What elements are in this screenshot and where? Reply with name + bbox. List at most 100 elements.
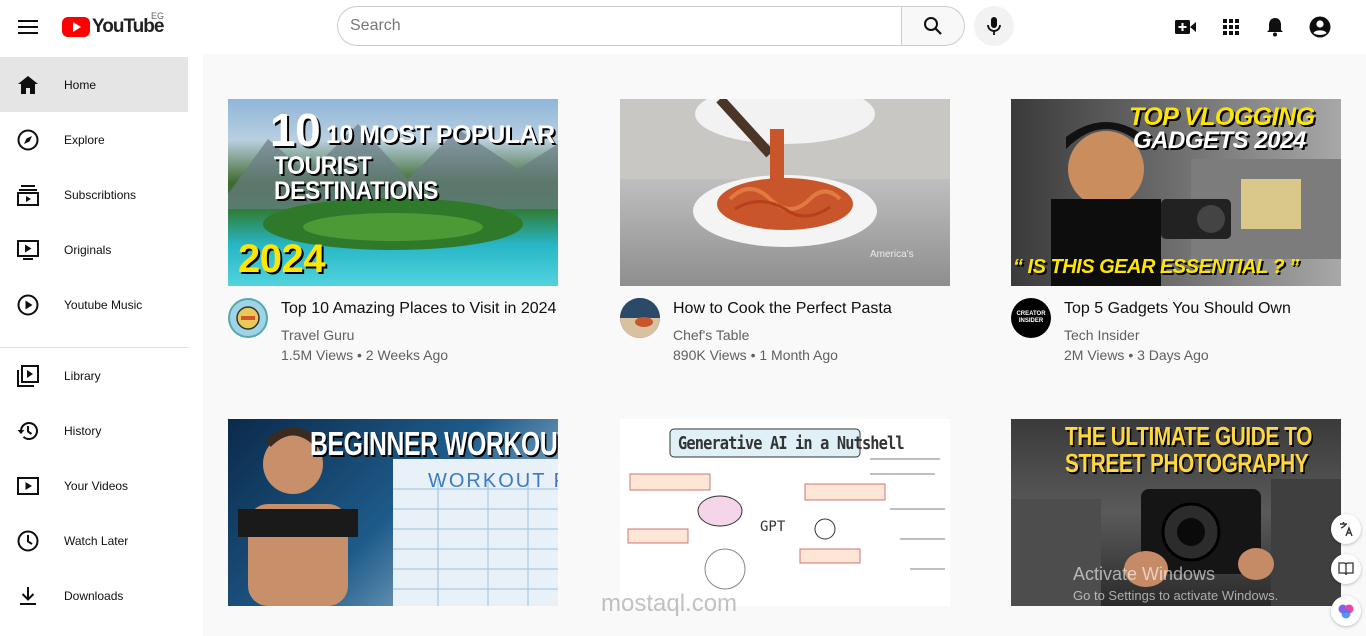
video-card[interactable]: 10 10 MOST POPULAR TOURIST DESTINATIONS …	[228, 99, 558, 366]
channel-avatar[interactable]	[228, 298, 268, 338]
search-input[interactable]	[337, 6, 901, 46]
video-thumbnail[interactable]: Generative AI in a Nutshell GPT	[620, 419, 950, 606]
clock-icon	[16, 529, 40, 553]
video-grid: 10 10 MOST POPULAR TOURIST DESTINATIONS …	[203, 54, 1366, 636]
sidebar: Home Explore Subscribtions Originals You…	[0, 54, 203, 636]
thumb-text-number: 10	[270, 104, 321, 156]
home-icon	[16, 73, 40, 97]
sidebar-item-explore[interactable]: Explore	[0, 112, 188, 167]
account-icon	[1309, 16, 1331, 38]
subscriptions-icon	[16, 183, 40, 207]
video-stats: 1.5M Views • 2 Weeks Ago	[281, 347, 449, 363]
notifications-button[interactable]	[1260, 12, 1290, 42]
sidebar-item-home[interactable]: Home	[0, 57, 188, 112]
apps-button[interactable]	[1216, 12, 1246, 42]
thumb-text: Generative AI in a Nutshell	[678, 433, 905, 454]
video-card[interactable]: BEGINNER WORKOUTS WORKOUT PLAN	[228, 419, 558, 606]
thumb-text: GADGETS 2024	[1133, 127, 1306, 154]
create-video-button[interactable]	[1171, 12, 1201, 42]
sidebar-item-label: Watch Later	[64, 533, 129, 548]
channel-name[interactable]: Travel Guru	[281, 327, 354, 343]
assistant-button[interactable]	[1331, 596, 1361, 626]
sidebar-item-subscriptions[interactable]: Subscribtions	[0, 167, 188, 222]
video-thumbnail[interactable]: TOP VLOGGING GADGETS 2024 “ IS THIS GEAR…	[1011, 99, 1341, 286]
thumb-text: STREET PHOTOGRAPHY	[1065, 448, 1309, 478]
compass-icon	[16, 128, 40, 152]
sidebar-item-library[interactable]: Library	[0, 348, 188, 403]
video-plus-icon	[1175, 20, 1196, 34]
menu-icon[interactable]	[14, 13, 42, 41]
activate-windows-subtitle: Go to Settings to activate Windows.	[1073, 588, 1279, 603]
translate-icon	[1340, 522, 1353, 537]
sidebar-item-label: Youtube Music	[64, 297, 143, 312]
thumb-text: “ IS THIS GEAR ESSENTIAL ? ”	[1013, 256, 1299, 278]
youtube-play-icon	[62, 17, 90, 37]
translate-button[interactable]	[1331, 514, 1361, 544]
sidebar-item-label: Downloads	[64, 588, 124, 603]
sidebar-item-label: Home	[64, 77, 97, 92]
sidebar-item-label: Library	[64, 368, 101, 383]
search-icon	[924, 17, 942, 35]
history-icon	[16, 419, 40, 443]
country-code: EG	[151, 11, 165, 21]
sidebar-item-your-videos[interactable]: Your Videos	[0, 458, 188, 513]
youtube-logo[interactable]: YouTube	[62, 15, 164, 39]
sidebar-item-label: Your Videos	[64, 478, 129, 493]
channel-name[interactable]: Chef's Table	[673, 327, 749, 343]
thumb-watermark: America's	[870, 249, 914, 260]
video-thumbnail[interactable]: America's	[620, 99, 950, 286]
voice-search-button[interactable]	[974, 6, 1014, 46]
sidebar-item-youtube-music[interactable]: Youtube Music	[0, 277, 188, 332]
channel-avatar[interactable]	[620, 298, 660, 338]
thumb-text: GPT	[760, 519, 786, 535]
mic-icon	[987, 17, 1001, 35]
channel-name[interactable]: Tech Insider	[1064, 327, 1139, 343]
brain-icon	[1338, 604, 1354, 619]
video-title[interactable]: Top 5 Gadgets You Should Own	[1064, 300, 1291, 318]
sidebar-item-watch-later[interactable]: Watch Later	[0, 513, 188, 568]
apps-grid-icon	[1223, 19, 1239, 35]
your-videos-icon	[16, 474, 40, 498]
thumb-text: WORKOUT PLAN	[428, 470, 558, 492]
library-icon	[16, 364, 40, 388]
sidebar-item-downloads[interactable]: Downloads	[0, 568, 188, 623]
video-stats: 890K Views • 1 Month Ago	[673, 347, 838, 363]
video-thumbnail[interactable]: THE ULTIMATE GUIDE TO STREET PHOTOGRAPHY…	[1011, 419, 1341, 606]
search-bar	[337, 6, 965, 46]
sidebar-item-originals[interactable]: Originals	[0, 222, 188, 277]
book-icon	[1338, 562, 1354, 576]
video-thumbnail[interactable]: 10 10 MOST POPULAR TOURIST DESTINATIONS …	[228, 99, 558, 286]
bell-icon	[1267, 18, 1283, 37]
music-icon	[16, 293, 40, 317]
thumb-text: 2024	[238, 237, 325, 281]
account-button[interactable]	[1305, 12, 1335, 42]
brand-watermark: mostaql.com	[601, 590, 738, 617]
activate-windows-title: Activate Windows	[1073, 564, 1216, 584]
sidebar-item-label: History	[64, 423, 102, 438]
sidebar-item-label: Subscribtions	[64, 187, 137, 202]
video-meta: How to Cook the Perfect Pasta Chef's Tab…	[620, 286, 950, 366]
video-card[interactable]: America's How to Cook the Perfect Pasta …	[620, 99, 950, 366]
top-header: YouTube EG	[0, 0, 1366, 54]
video-title[interactable]: Top 10 Amazing Places to Visit in 2024	[281, 300, 556, 318]
thumb-text: BEGINNER WORKOUTS	[310, 425, 558, 462]
channel-avatar[interactable]: CREATOR INSIDER	[1011, 298, 1051, 338]
avatar-text: CREATOR INSIDER	[1016, 311, 1046, 324]
download-icon	[16, 584, 40, 608]
originals-icon	[16, 238, 40, 262]
sidebar-item-label: Explore	[64, 132, 105, 147]
sidebar-item-history[interactable]: History	[0, 403, 188, 458]
reader-button[interactable]	[1331, 554, 1361, 584]
video-meta: Top 10 Amazing Places to Visit in 2024 T…	[228, 286, 558, 366]
thumb-text: THE ULTIMATE GUIDE TO	[1065, 421, 1312, 451]
video-card[interactable]: TOP VLOGGING GADGETS 2024 “ IS THIS GEAR…	[1011, 99, 1341, 366]
video-card[interactable]: THE ULTIMATE GUIDE TO STREET PHOTOGRAPHY…	[1011, 419, 1341, 606]
sidebar-item-label: Originals	[64, 242, 112, 257]
search-button[interactable]	[901, 6, 965, 46]
video-meta: CREATOR INSIDER Top 5 Gadgets You Should…	[1011, 286, 1341, 366]
video-card[interactable]: Generative AI in a Nutshell GPT	[620, 419, 950, 606]
video-title[interactable]: How to Cook the Perfect Pasta	[673, 300, 892, 318]
video-stats: 2M Views • 3 Days Ago	[1064, 347, 1209, 363]
thumb-text: TOURIST DESTINATIONS	[274, 152, 439, 205]
video-thumbnail[interactable]: BEGINNER WORKOUTS WORKOUT PLAN	[228, 419, 558, 606]
